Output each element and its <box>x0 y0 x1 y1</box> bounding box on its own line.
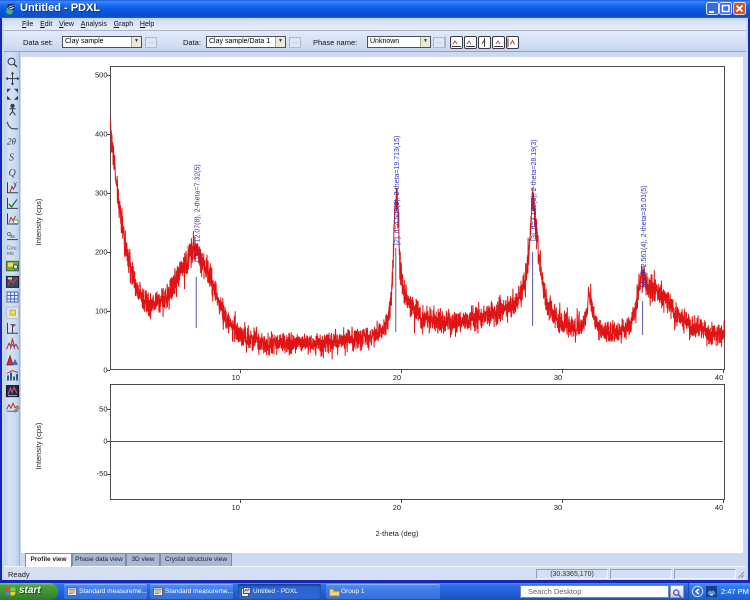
svg-text:40: 40 <box>715 503 723 512</box>
svg-text:Intensity (cps): Intensity (cps) <box>34 422 43 469</box>
svg-text:-50: -50 <box>97 469 108 478</box>
svg-text:S: S <box>9 153 14 164</box>
svg-text:nts: nts <box>7 251 15 257</box>
svg-text:10: 10 <box>232 373 240 382</box>
svg-text:200: 200 <box>95 248 108 257</box>
svg-text:Q: Q <box>9 168 17 179</box>
svg-text:100: 100 <box>95 307 108 316</box>
svg-text:[2], d=4.500(3), 2-theta=19.71: [2], d=4.500(3), 2-theta=19.713(15) <box>394 136 401 245</box>
svg-text:0: 0 <box>103 366 107 375</box>
svg-text:20: 20 <box>393 503 401 512</box>
svg-text:[3], d=3.165(3), 2-theta=28.19: [3], d=3.165(3), 2-theta=28.19(3) <box>531 139 538 241</box>
svg-text:Intensity (cps): Intensity (cps) <box>34 198 43 245</box>
svg-text:300: 300 <box>95 189 108 198</box>
svg-text:40: 40 <box>715 373 723 382</box>
svg-text:30: 30 <box>554 373 562 382</box>
svg-text:0: 0 <box>103 437 107 446</box>
svg-text:20: 20 <box>393 373 401 382</box>
svg-text:qts: qts <box>7 231 15 240</box>
svg-text:[4], d=2.561(4), 2-theta=35.01: [4], d=2.561(4), 2-theta=35.01(5) <box>641 185 648 287</box>
svg-text:50: 50 <box>99 404 107 413</box>
svg-text:500: 500 <box>95 71 108 80</box>
svg-text:10: 10 <box>232 503 240 512</box>
svg-text:Y: Y <box>13 182 17 188</box>
svg-text:400: 400 <box>95 130 108 139</box>
svg-text:[1], d=12.07(8), 2-theta=7.32(: [1], d=12.07(8), 2-theta=7.32(5) <box>194 164 201 262</box>
svg-text:2-theta (deg): 2-theta (deg) <box>376 529 419 538</box>
svg-text:30: 30 <box>554 503 562 512</box>
svg-text:2θ: 2θ <box>7 137 17 147</box>
